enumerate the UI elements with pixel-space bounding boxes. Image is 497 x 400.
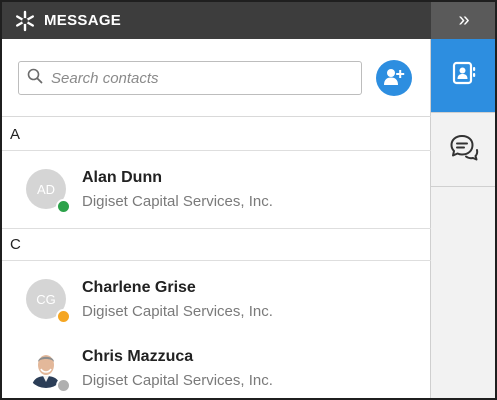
contact-name: Chris Mazzuca — [82, 348, 194, 365]
contacts-card-icon — [451, 60, 477, 91]
collapse-button[interactable]: » — [431, 2, 495, 39]
section-header-c: C — [2, 228, 431, 261]
search-row — [2, 39, 431, 117]
message-panel: MESSAGE » Search contacts A AD Alan Dunn… — [0, 0, 497, 400]
panel-title: MESSAGE — [44, 12, 122, 29]
tab-contacts[interactable] — [431, 39, 495, 113]
status-offline-indicator — [56, 378, 71, 393]
section-letter: C — [10, 236, 21, 253]
contact-company: Digiset Capital Services, Inc. — [82, 193, 273, 210]
contact-item-alan-dunn[interactable]: AD Alan Dunn Digiset Capital Services, I… — [2, 152, 431, 222]
contact-item-chris-mazzuca[interactable]: Chris Mazzuca Digiset Capital Services, … — [2, 331, 431, 398]
search-box[interactable] — [18, 61, 362, 95]
search-input[interactable] — [49, 68, 339, 88]
double-chevron-right-icon: » — [458, 9, 470, 31]
contact-item-charlene-grise[interactable]: CG Charlene Grise Digiset Capital Servic… — [2, 262, 431, 332]
chat-bubbles-icon — [449, 133, 479, 166]
contact-company: Digiset Capital Services, Inc. — [82, 303, 273, 320]
panel-header: MESSAGE — [2, 2, 431, 39]
status-online-indicator — [56, 199, 71, 214]
section-header-a: A — [2, 118, 431, 151]
contacts-list: A AD Alan Dunn Digiset Capital Services,… — [2, 39, 431, 398]
contact-name: Charlene Grise — [82, 279, 196, 296]
add-user-icon — [383, 68, 405, 89]
contact-company: Digiset Capital Services, Inc. — [82, 372, 273, 389]
right-rail — [431, 39, 495, 398]
tab-chat[interactable] — [431, 113, 495, 187]
add-contact-button[interactable] — [376, 60, 412, 96]
status-away-indicator — [56, 309, 71, 324]
search-icon — [27, 68, 43, 89]
section-letter: A — [10, 125, 21, 143]
asterisk-logo-icon — [14, 10, 36, 32]
contact-name: Alan Dunn — [82, 169, 162, 186]
